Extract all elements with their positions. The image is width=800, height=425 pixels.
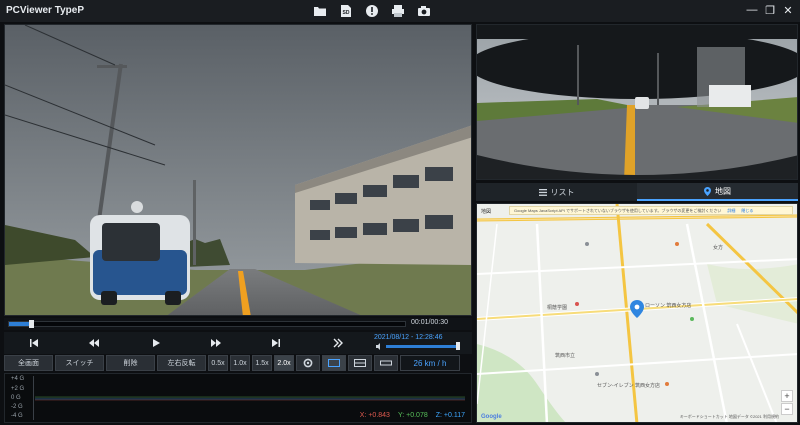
side-tabs: リスト 地図 bbox=[476, 183, 798, 201]
g-x-value: X: +0.843 bbox=[359, 412, 390, 419]
play-button[interactable] bbox=[148, 335, 164, 351]
recording-datetime: 2021/08/12 - 12:28:46 bbox=[374, 334, 443, 341]
volume-handle[interactable] bbox=[456, 342, 461, 350]
speed-0-5x-button[interactable]: 0.5x bbox=[208, 355, 228, 371]
action-buttons: 全画面 スイッチ 削除 左右反転 0.5x 1.0x 1.5x 2.0x 26 … bbox=[4, 355, 472, 371]
minimize-button[interactable]: — bbox=[746, 3, 758, 17]
map-place-chikusei: 筑西市立 bbox=[555, 353, 576, 359]
list-icon bbox=[538, 188, 547, 196]
map-place-school: 桐蔭学園 bbox=[547, 305, 568, 311]
printer-icon[interactable] bbox=[390, 3, 406, 19]
single-view-icon bbox=[328, 359, 340, 367]
volume-slider[interactable] bbox=[386, 345, 459, 348]
map-canvas bbox=[477, 204, 797, 422]
svg-text:SD: SD bbox=[343, 10, 350, 16]
google-logo: Google bbox=[481, 414, 502, 420]
rear-camera-video[interactable] bbox=[476, 24, 798, 180]
rear-camera-frame bbox=[477, 25, 797, 179]
layout-split-button[interactable] bbox=[348, 355, 372, 371]
seek-bar[interactable] bbox=[8, 320, 406, 328]
g-sensor-graph: +4 G +2 G 0 G -2 G -4 G X: +0.843 Y: +0.… bbox=[4, 373, 472, 423]
tab-list[interactable]: リスト bbox=[476, 183, 637, 201]
next-file-button[interactable] bbox=[330, 335, 346, 351]
skip-previous-icon bbox=[30, 339, 38, 347]
play-icon bbox=[153, 339, 160, 347]
seek-progress bbox=[9, 322, 29, 326]
tab-map-label: 地図 bbox=[715, 186, 731, 196]
playback-time: 00:01/00:30 bbox=[411, 319, 448, 326]
camera-icon[interactable] bbox=[416, 3, 432, 19]
rewind-button[interactable] bbox=[86, 335, 102, 351]
switch-button[interactable]: スイッチ bbox=[55, 355, 104, 371]
settings-button[interactable] bbox=[296, 355, 320, 371]
map-pin-icon bbox=[704, 186, 711, 196]
map-place-seven-eleven: セブン-イレブン 筑西女方店 bbox=[597, 383, 661, 389]
wide-view-icon bbox=[380, 360, 392, 366]
g-label-plus4: +4 G bbox=[11, 376, 25, 382]
fast-forward-icon bbox=[211, 339, 221, 347]
g-label-zero: 0 G bbox=[11, 395, 21, 401]
map-place-onnakata: 女方 bbox=[713, 245, 724, 251]
mirror-button[interactable]: 左右反転 bbox=[157, 355, 206, 371]
map-type-label: 地図 bbox=[481, 209, 492, 215]
split-view-icon bbox=[354, 359, 366, 367]
zoom-out-button[interactable]: − bbox=[781, 403, 793, 415]
layout-wide-button[interactable] bbox=[374, 355, 398, 371]
title-bar: PCViewer TypeP SD — ❐ ✕ bbox=[0, 0, 800, 22]
playback-controls: 2021/08/12 - 12:28:46 bbox=[4, 332, 472, 354]
fast-forward-button[interactable] bbox=[208, 335, 224, 351]
g-y-value: Y: +0.078 bbox=[397, 412, 428, 419]
close-button[interactable]: ✕ bbox=[782, 3, 794, 17]
tab-list-label: リスト bbox=[550, 187, 575, 197]
banner-text: Google Maps JavaScript API でサポートされていないブラ… bbox=[514, 207, 722, 213]
browser-warning-banner: Google Maps JavaScript API でサポートされていないブラ… bbox=[509, 206, 793, 215]
seek-bar-row: 00:01/00:30 bbox=[4, 318, 472, 330]
g-z-value: Z: +0.117 bbox=[435, 412, 465, 419]
speed-readout: 26 km / h bbox=[400, 355, 460, 371]
gear-icon bbox=[303, 358, 313, 368]
map-attribution: キーボードショートカット 地図データ ©2021 利用規約 bbox=[679, 414, 779, 419]
toolbar: SD bbox=[312, 3, 432, 19]
speed-1-0x-button[interactable]: 1.0x bbox=[230, 355, 250, 371]
tab-map[interactable]: 地図 bbox=[637, 183, 798, 201]
seek-handle[interactable] bbox=[28, 320, 34, 328]
front-camera-video[interactable] bbox=[4, 24, 472, 316]
zoom-in-button[interactable]: + bbox=[781, 390, 793, 402]
banner-detail-link[interactable]: 詳細 bbox=[727, 208, 735, 214]
map-view[interactable]: 地図 Google Maps JavaScript API でサポートされていな… bbox=[476, 203, 798, 423]
skip-next-button[interactable] bbox=[268, 335, 284, 351]
front-camera-frame bbox=[5, 25, 471, 315]
skip-previous-button[interactable] bbox=[26, 335, 42, 351]
map-place-lawson: ローソン 筑西女方店 bbox=[645, 303, 692, 309]
g-label-minus4: -4 G bbox=[11, 413, 23, 419]
alert-icon[interactable] bbox=[364, 3, 380, 19]
volume-icon bbox=[376, 343, 383, 350]
banner-close-link[interactable]: 閉じる bbox=[741, 208, 753, 214]
delete-button[interactable]: 削除 bbox=[106, 355, 155, 371]
fullscreen-button[interactable]: 全画面 bbox=[4, 355, 53, 371]
double-chevron-right-icon bbox=[333, 338, 343, 348]
app-title: PCViewer TypeP bbox=[6, 5, 84, 16]
folder-icon[interactable] bbox=[312, 3, 328, 19]
speed-2-0x-button[interactable]: 2.0x bbox=[274, 355, 294, 371]
g-axis bbox=[33, 376, 34, 420]
g-label-plus2: +2 G bbox=[11, 386, 25, 392]
skip-next-icon bbox=[272, 339, 280, 347]
map-zoom-controls: + − bbox=[781, 390, 793, 415]
restore-button[interactable]: ❐ bbox=[764, 3, 776, 17]
speed-1-5x-button[interactable]: 1.5x bbox=[252, 355, 272, 371]
sd-card-icon[interactable]: SD bbox=[338, 3, 354, 19]
layout-single-button[interactable] bbox=[322, 355, 346, 371]
g-label-minus2: -2 G bbox=[11, 404, 23, 410]
rewind-icon bbox=[89, 339, 99, 347]
